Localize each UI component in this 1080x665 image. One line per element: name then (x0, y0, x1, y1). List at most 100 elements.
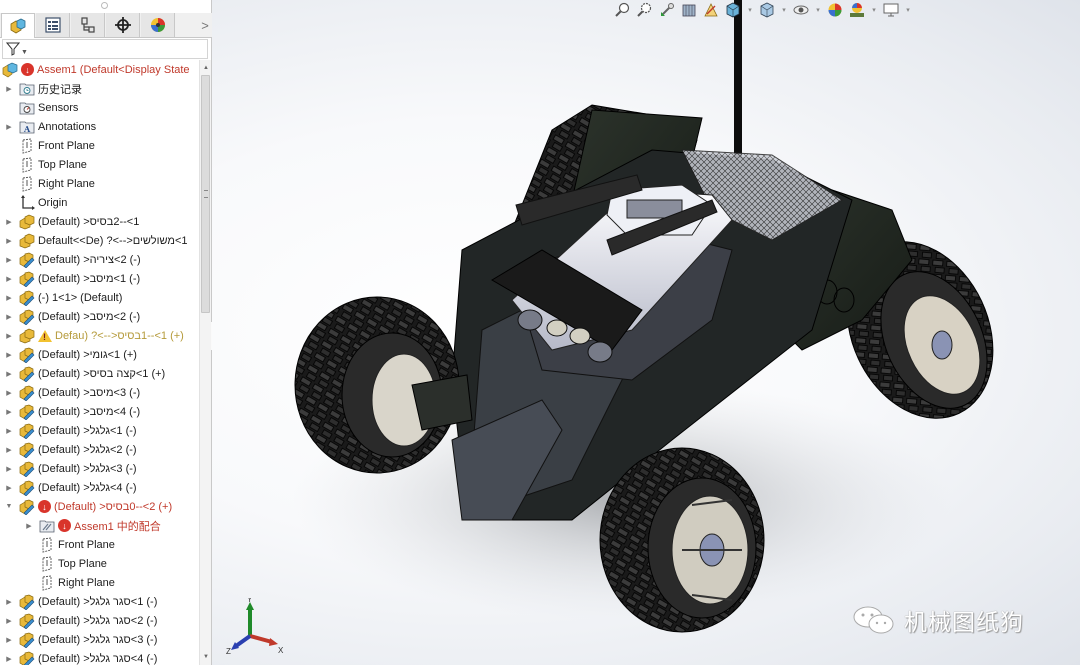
tab-featuremanager[interactable] (1, 13, 35, 38)
robot-vehicle-model[interactable] (212, 0, 1080, 665)
tree-item[interactable]: ▶ (-) 2>גלגל< (Default) (5, 440, 137, 459)
part-icon (19, 252, 35, 268)
expand-arrow-icon[interactable]: ▶ (5, 313, 13, 321)
dropdown-caret-icon[interactable]: ▾ (870, 6, 878, 14)
tree-item[interactable]: ↓ Assem1 (Default<Display State (2, 60, 190, 79)
expand-arrow-icon[interactable]: ▶ (5, 465, 13, 473)
scroll-up-arrow[interactable]: ▲ (200, 62, 212, 74)
section-view-button[interactable] (680, 1, 698, 19)
tree-item[interactable]: ▶ (-) 4>סגר גלגל< (Default) (5, 649, 157, 665)
error-icon[interactable]: ↓ (58, 519, 71, 532)
tree-item[interactable]: ▶ (-) 3>סגר גלגל< (Default) (5, 630, 157, 649)
tree-item[interactable]: Right Plane (5, 174, 95, 193)
filter-dropdown-caret[interactable]: ▼ (21, 49, 28, 56)
hide-show-items-button[interactable] (792, 1, 810, 19)
tree-item[interactable]: ▶ (-) 3>מיסב< (Default) (5, 383, 140, 402)
dropdown-caret-icon[interactable]: ▾ (814, 6, 822, 14)
expand-arrow-icon[interactable]: ▶ (5, 617, 13, 625)
tree-item-label: (-) 2>ציריה< (Default) (38, 253, 141, 266)
tree-item[interactable]: Right Plane (25, 573, 115, 592)
tree-item[interactable]: Top Plane (25, 554, 107, 573)
scroll-down-arrow[interactable]: ▼ (200, 651, 212, 663)
tree-item[interactable]: Front Plane (25, 535, 115, 554)
expand-arrow-icon[interactable]: ▶ (25, 522, 33, 530)
tree-item[interactable]: ▶ 历史记录 (5, 79, 82, 98)
tree-item[interactable]: ▶ (-) 4>גלגל< (Default) (5, 478, 137, 497)
tabs-more-chevron[interactable]: > (198, 13, 212, 37)
scroll-thumb[interactable] (201, 75, 210, 313)
zoom-to-fit-button[interactable] (614, 1, 632, 19)
tree-item[interactable]: ▶ (-) 1>גלגל< (Default) (5, 421, 137, 440)
part-icon (19, 613, 35, 629)
expand-arrow-icon[interactable]: ▶ (5, 237, 13, 245)
expand-arrow-icon[interactable]: ▶ (5, 123, 13, 131)
tree-item[interactable]: Origin (5, 193, 67, 212)
tree-item[interactable]: ▶ (-) 1>מיסב< (Default) (5, 269, 140, 288)
tab-configurationmanager[interactable] (71, 13, 105, 37)
zoom-to-area-button[interactable] (636, 1, 654, 19)
tree-item[interactable]: Top Plane (5, 155, 87, 174)
collapse-arrow-icon[interactable]: ▼ (5, 503, 13, 511)
expand-arrow-icon[interactable]: ▶ (5, 484, 13, 492)
expand-arrow-icon[interactable]: ▶ (5, 351, 13, 359)
view-orientation-button[interactable] (724, 1, 742, 19)
tree-item[interactable]: ▶ (-) 3>גלגל< (Default) (5, 459, 137, 478)
expand-arrow-icon[interactable]: ▶ (5, 332, 13, 340)
expand-arrow-icon[interactable]: ▶ (5, 446, 13, 454)
triad-z-label: Z (226, 647, 231, 654)
tree-item-label: (-) 1<1> (Default) (38, 291, 123, 304)
tree-item[interactable]: ▶ ↓ Assem1 中的配合 (25, 516, 161, 535)
expand-arrow-icon[interactable]: ▶ (5, 256, 13, 264)
expand-arrow-icon[interactable]: ▶ (5, 636, 13, 644)
expand-arrow-icon[interactable]: ▶ (5, 427, 13, 435)
graphics-area[interactable]: ▾ ▾ ▾ ▾ ▾ Y X Z 机械图纸狗 (212, 0, 1080, 665)
tree-item[interactable]: ▶ (-) 1<1> (Default) (5, 288, 122, 307)
panel-grip-handle[interactable] (101, 2, 108, 9)
tree-item[interactable]: ▶ (-) 1>סגר גלגל< (Default) (5, 592, 157, 611)
tree-item[interactable]: ▶ (-) 2>ציריה< (Default) (5, 250, 141, 269)
edit-appearance-button[interactable] (826, 1, 844, 19)
expand-arrow-icon[interactable]: ▶ (5, 370, 13, 378)
expand-arrow-icon[interactable]: ▶ (5, 389, 13, 397)
tree-item[interactable]: Front Plane (5, 136, 95, 155)
expand-arrow-icon[interactable]: ▶ (5, 275, 13, 283)
dropdown-caret-icon[interactable]: ▾ (746, 6, 754, 14)
dropdown-caret-icon[interactable]: ▾ (780, 6, 788, 14)
previous-view-button[interactable] (658, 1, 676, 19)
display-style-button[interactable] (758, 1, 776, 19)
tree-item[interactable]: ▶ 1>משולשים<-->? (Default<<De (5, 231, 188, 250)
part-icon (19, 442, 35, 458)
tree-filter[interactable]: ▼ (2, 39, 208, 59)
tree-item[interactable]: ▶ 1>--2בסיס< (Default) (5, 212, 139, 231)
error-icon[interactable]: ↓ (21, 63, 34, 76)
tree-item[interactable]: Sensors (5, 98, 78, 117)
warning-icon[interactable] (38, 329, 52, 342)
tree-item[interactable]: ▶ (+) 1>גומי< (Default) (5, 345, 137, 364)
tab-propertymanager[interactable] (36, 13, 70, 37)
tree-item[interactable]: ▼ ↓ (+) 2>--0בסיס< (Default) (5, 497, 172, 516)
dropdown-caret-icon[interactable]: ▾ (904, 6, 912, 14)
tree-item[interactable]: ▶ (-) 4>מיסב< (Default) (5, 402, 140, 421)
tree-item-label: Sensors (38, 101, 79, 114)
tree-item[interactable]: ▶ (-) 2>סגר גלגל< (Default) (5, 611, 157, 630)
tree-item-label: (+) 1>גומי< (Default) (38, 348, 137, 361)
tree-item[interactable]: ▶ (+) 1>קצה בסיס< (Default) (5, 364, 165, 383)
view-settings-button[interactable] (882, 1, 900, 19)
tree-item[interactable]: ▶ A Annotations (5, 117, 96, 136)
expand-arrow-icon[interactable]: ▶ (5, 655, 13, 663)
apply-scene-button[interactable] (848, 1, 866, 19)
expand-arrow-icon[interactable]: ▶ (5, 85, 13, 93)
reference-triad[interactable]: Y X Z (226, 598, 286, 654)
dynamic-annotation-button[interactable] (702, 1, 720, 19)
tree-item[interactable]: ▶ (+) 1>--1בסיס<-->? (Defau (5, 326, 184, 345)
expand-arrow-icon[interactable]: ▶ (5, 218, 13, 226)
tree-scrollbar[interactable]: ▲ ▼ (199, 60, 211, 665)
expand-arrow-icon[interactable]: ▶ (5, 294, 13, 302)
expand-arrow-icon[interactable]: ▶ (5, 408, 13, 416)
tree-item[interactable]: ▶ (-) 2>מיסב< (Default) (5, 307, 140, 326)
tree-item-label: (-) 3>סגר גלגל< (Default) (38, 633, 158, 646)
expand-arrow-icon[interactable]: ▶ (5, 598, 13, 606)
error-icon[interactable]: ↓ (38, 500, 51, 513)
tab-displaymanager[interactable] (141, 13, 175, 37)
tab-dimxpertmanager[interactable] (106, 13, 140, 37)
